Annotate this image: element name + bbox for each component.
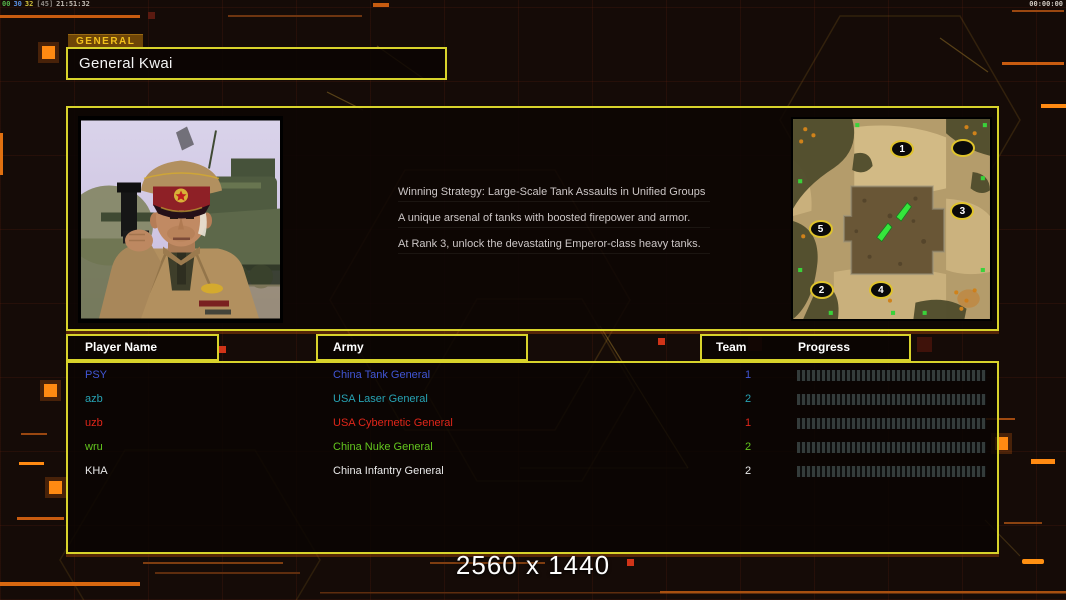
- performance-overlay: 0030 32[45]21:51:32: [2, 0, 93, 8]
- players-table: PSY China Tank General 1 azb USA Laser Gener…: [66, 361, 999, 554]
- team-header-label: Team: [702, 340, 746, 354]
- minimap-marker: 4: [869, 281, 893, 299]
- column-header-player-name: Player Name: [66, 334, 219, 361]
- player-team: 2: [736, 441, 760, 453]
- player-team: 2: [736, 465, 760, 477]
- general-portrait-image: [81, 119, 280, 320]
- player-army: China Infantry General: [333, 465, 444, 477]
- column-header-army: Army: [316, 334, 528, 361]
- player-name: uzb: [85, 417, 103, 429]
- player-progress-bar: [797, 370, 986, 381]
- player-army: China Nuke General: [333, 441, 433, 453]
- progress-header-label: Progress: [798, 336, 850, 359]
- player-name-header-label: Player Name: [85, 340, 157, 354]
- player-rows: PSY China Tank General 1 azb USA Laser Gener…: [68, 363, 997, 484]
- general-info-panel: Winning Strategy: Large-Scale Tank Assau…: [66, 106, 999, 331]
- minimap-marker: 3: [950, 202, 974, 220]
- match-timer: 00:00:00: [1029, 0, 1063, 8]
- resolution-watermark: 2560 x 1440: [0, 550, 1066, 581]
- table-row: wru China Nuke General 2: [68, 436, 997, 460]
- start-position-markers: 1 3 5 2 4: [793, 119, 990, 319]
- strategy-line: Winning Strategy: Large-Scale Tank Assau…: [398, 186, 710, 202]
- perf-token: 32: [25, 0, 33, 8]
- general-name-box: General Kwai: [66, 47, 447, 80]
- player-progress-bar: [797, 442, 986, 453]
- player-name: KHA: [85, 465, 108, 477]
- player-progress-bar: [797, 466, 986, 477]
- player-name: PSY: [85, 369, 107, 381]
- player-team: 1: [736, 417, 760, 429]
- player-progress-bar: [797, 418, 986, 429]
- strategy-text: Winning Strategy: Large-Scale Tank Assau…: [398, 186, 710, 264]
- table-row: uzb USA Cybernetic General 1: [68, 412, 997, 436]
- map-preview: 1 3 5 2 4: [791, 117, 992, 321]
- army-header-label: Army: [333, 340, 364, 354]
- perf-token: [45]: [36, 0, 53, 8]
- player-progress-bar: [797, 394, 986, 405]
- player-team: 1: [736, 369, 760, 381]
- perf-token: 30: [13, 0, 21, 8]
- perf-token: 21:51:32: [56, 0, 90, 8]
- player-name: wru: [85, 441, 103, 453]
- table-row: azb USA Laser General 2: [68, 388, 997, 412]
- column-header-team-progress: Team Progress: [700, 334, 911, 361]
- minimap-marker: 1: [890, 140, 914, 158]
- player-name: azb: [85, 393, 103, 405]
- strategy-line: A unique arsenal of tanks with boosted f…: [398, 212, 710, 228]
- player-team: 2: [736, 393, 760, 405]
- strategy-line: At Rank 3, unlock the devastating Empero…: [398, 238, 710, 254]
- minimap-marker: [951, 139, 975, 157]
- player-army: China Tank General: [333, 369, 430, 381]
- general-name: General Kwai: [79, 55, 173, 72]
- player-army: USA Laser General: [333, 393, 428, 405]
- table-row: KHA China Infantry General 2: [68, 460, 997, 484]
- perf-token: 00: [2, 0, 10, 8]
- table-row: PSY China Tank General 1: [68, 364, 997, 388]
- loading-screen: { "hud": { "perf_overlay": { "tokens": […: [0, 0, 1066, 600]
- minimap-marker: 5: [809, 220, 833, 238]
- general-portrait: [78, 116, 283, 323]
- minimap-marker: 2: [810, 281, 834, 299]
- player-army: USA Cybernetic General: [333, 417, 453, 429]
